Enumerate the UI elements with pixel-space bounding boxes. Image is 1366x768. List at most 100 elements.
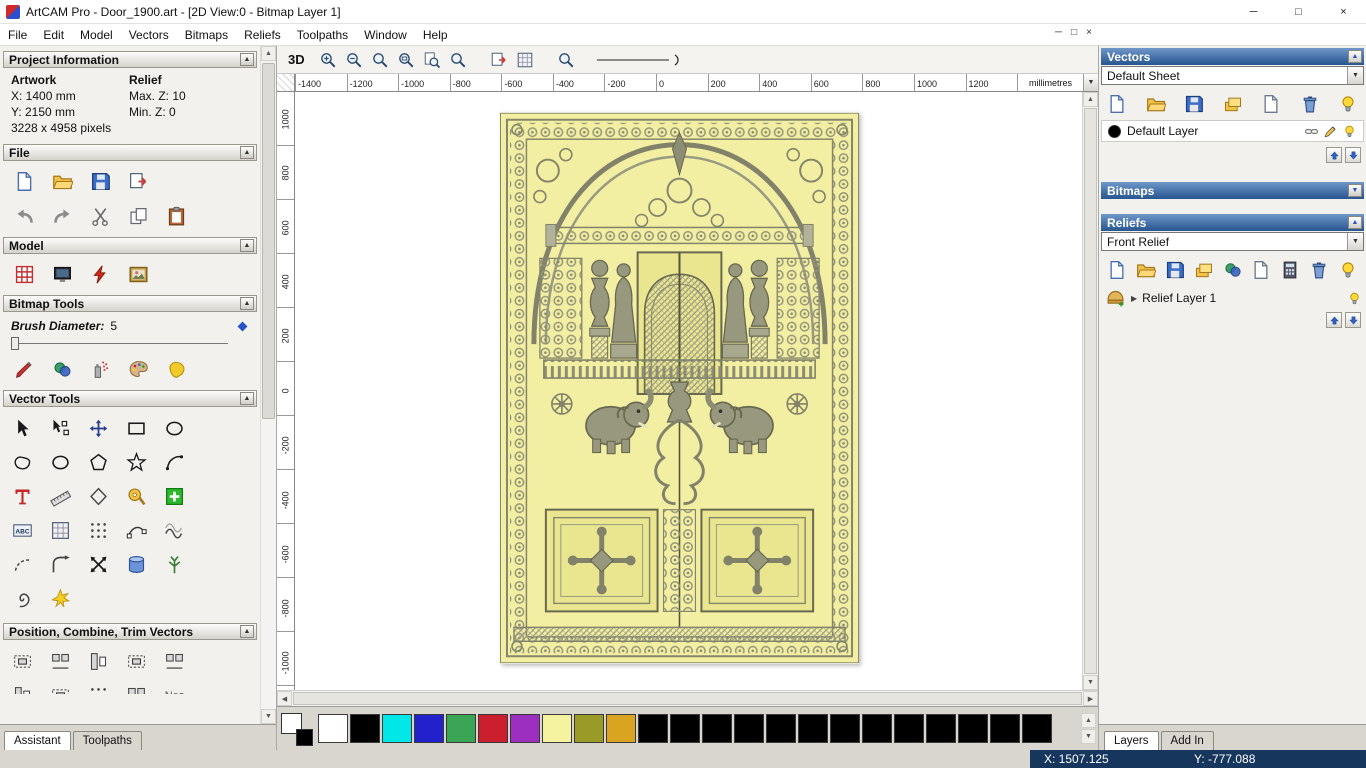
spiral-icon[interactable] — [8, 585, 37, 612]
nest-vectors-label[interactable]: Nes — [160, 682, 189, 694]
palette-scroll-up-button[interactable]: ▲ — [1081, 713, 1096, 728]
scroll-up-button[interactable]: ▲ — [261, 46, 276, 61]
model-section-header[interactable]: Model ▲ — [3, 237, 257, 254]
project-information-header[interactable]: Project Information ▲ — [3, 51, 257, 68]
mdi-close-button[interactable]: × — [1086, 27, 1092, 38]
redo-icon[interactable] — [48, 203, 77, 230]
scroll-left-button[interactable]: ◀ — [277, 691, 292, 706]
replace-colour-icon[interactable] — [48, 356, 77, 383]
create-polyline-icon[interactable] — [8, 449, 37, 476]
cut-icon[interactable] — [86, 203, 115, 230]
collapse-bitmap-tools-button[interactable]: ▲ — [240, 297, 254, 310]
swatch-olive[interactable] — [574, 714, 604, 743]
zoom-out-icon[interactable] — [343, 48, 366, 71]
tab-layers[interactable]: Layers — [1104, 731, 1159, 750]
menu-toolpaths[interactable]: Toolpaths — [289, 25, 356, 45]
align-right-icon[interactable] — [122, 648, 151, 675]
text-block-icon[interactable] — [8, 517, 37, 544]
paint-brush-icon[interactable] — [10, 356, 39, 383]
swatch-black[interactable] — [830, 714, 860, 743]
copy-icon[interactable] — [124, 203, 153, 230]
file-section-header[interactable]: File ▲ — [3, 144, 257, 161]
scroll-up-button[interactable]: ▲ — [1083, 92, 1098, 107]
cross-copy-icon[interactable] — [84, 551, 113, 578]
expand-bitmaps-button[interactable]: ▼ — [1348, 184, 1362, 197]
toggle-relief-icon[interactable] — [1335, 257, 1361, 282]
position-tools-header[interactable]: Position, Combine, Trim Vectors ▲ — [3, 623, 257, 640]
scroll-down-button[interactable]: ▼ — [1083, 675, 1098, 690]
undo-icon[interactable] — [10, 203, 39, 230]
dropdown-arrow-icon[interactable]: ▼ — [1347, 233, 1363, 250]
scroll-right-button[interactable]: ▶ — [1083, 691, 1098, 706]
move-layer-up-button[interactable] — [1326, 147, 1342, 163]
tape-measure-icon[interactable] — [122, 483, 151, 510]
move-relief-down-button[interactable] — [1345, 312, 1361, 328]
collapse-project-info-button[interactable]: ▲ — [240, 53, 254, 66]
block-copy-icon[interactable] — [84, 517, 113, 544]
free-curve-icon[interactable] — [160, 517, 189, 544]
tab-add-in[interactable]: Add In — [1161, 731, 1214, 750]
vector-layer-row[interactable]: Default Layer — [1101, 120, 1364, 142]
swatch-black[interactable] — [798, 714, 828, 743]
block-nest-icon[interactable] — [84, 682, 113, 694]
collapse-file-button[interactable]: ▲ — [240, 146, 254, 159]
open-vectors-icon[interactable] — [1143, 91, 1169, 116]
vector-tools-header[interactable]: Vector Tools ▲ — [3, 390, 257, 407]
new-vector-layer-icon[interactable] — [1258, 91, 1284, 116]
paste-along-curve-icon[interactable] — [160, 483, 189, 510]
move-layer-down-button[interactable] — [1345, 147, 1361, 163]
fit-curve-icon[interactable] — [122, 517, 151, 544]
layer-colour-swatch[interactable] — [1108, 125, 1121, 138]
menu-help[interactable]: Help — [415, 25, 456, 45]
swatch-black[interactable] — [926, 714, 956, 743]
slider-handle[interactable] — [11, 337, 19, 350]
spray-icon[interactable] — [86, 356, 115, 383]
merge-vector-layers-icon[interactable] — [1220, 91, 1246, 116]
menu-reliefs[interactable]: Reliefs — [236, 25, 289, 45]
node-editing-icon[interactable] — [46, 415, 75, 442]
zoom-in-icon[interactable] — [317, 48, 340, 71]
snap-layer-icon[interactable] — [1304, 124, 1319, 139]
create-text-icon[interactable] — [8, 483, 37, 510]
swatch-black[interactable] — [894, 714, 924, 743]
extrude-icon[interactable] — [122, 551, 151, 578]
reliefs-section-header[interactable]: Reliefs ▲ — [1101, 214, 1364, 231]
door-artwork[interactable] — [500, 112, 859, 664]
relief-layer-name[interactable]: Relief Layer 1 — [1142, 291, 1216, 305]
swatch-red[interactable] — [478, 714, 508, 743]
vectors-section-header[interactable]: Vectors ▲ — [1101, 48, 1364, 65]
bitmap-tools-header[interactable]: Bitmap Tools ▲ — [3, 295, 257, 312]
zoom-selection-icon[interactable] — [555, 48, 578, 71]
swatch-blue[interactable] — [414, 714, 444, 743]
scroll-down-button[interactable]: ▼ — [261, 709, 276, 724]
swatch-black[interactable] — [734, 714, 764, 743]
transform-vectors-icon[interactable] — [84, 415, 113, 442]
swatch-black[interactable] — [670, 714, 700, 743]
swatch-black[interactable] — [1022, 714, 1052, 743]
layer-visibility-icon[interactable] — [1342, 124, 1357, 139]
delete-vector-layer-icon[interactable] — [1297, 91, 1323, 116]
swatch-black[interactable] — [958, 714, 988, 743]
create-polygon-icon[interactable] — [84, 449, 113, 476]
scrollbar-thumb[interactable] — [1084, 108, 1097, 674]
menu-model[interactable]: Model — [72, 25, 121, 45]
swatch-black[interactable] — [990, 714, 1020, 743]
swatch-gold[interactable] — [606, 714, 636, 743]
menu-edit[interactable]: Edit — [35, 25, 72, 45]
swatch-white[interactable] — [318, 714, 348, 743]
lightning-icon[interactable] — [86, 261, 115, 288]
left-panel-scrollbar[interactable]: ▲ ▼ — [260, 46, 276, 724]
relief-layer-row[interactable]: ▶ Relief Layer 1 — [1105, 287, 1362, 309]
expand-relief-layer-icon[interactable]: ▶ — [1131, 294, 1137, 303]
dropdown-arrow-icon[interactable]: ▼ — [1347, 67, 1363, 84]
load-picture-icon[interactable] — [124, 261, 153, 288]
swatch-black[interactable] — [766, 714, 796, 743]
collapse-model-button[interactable]: ▲ — [240, 239, 254, 252]
fillet-icon[interactable] — [46, 551, 75, 578]
combine-vectors-icon[interactable] — [8, 682, 37, 694]
ruler-unit-dropdown-button[interactable]: ▼ — [1083, 74, 1098, 91]
maximize-button[interactable]: □ — [1276, 0, 1321, 23]
drawing-canvas[interactable] — [295, 92, 1082, 690]
mdi-minimize-button[interactable]: ─ — [1055, 27, 1062, 38]
menu-bitmaps[interactable]: Bitmaps — [177, 25, 236, 45]
